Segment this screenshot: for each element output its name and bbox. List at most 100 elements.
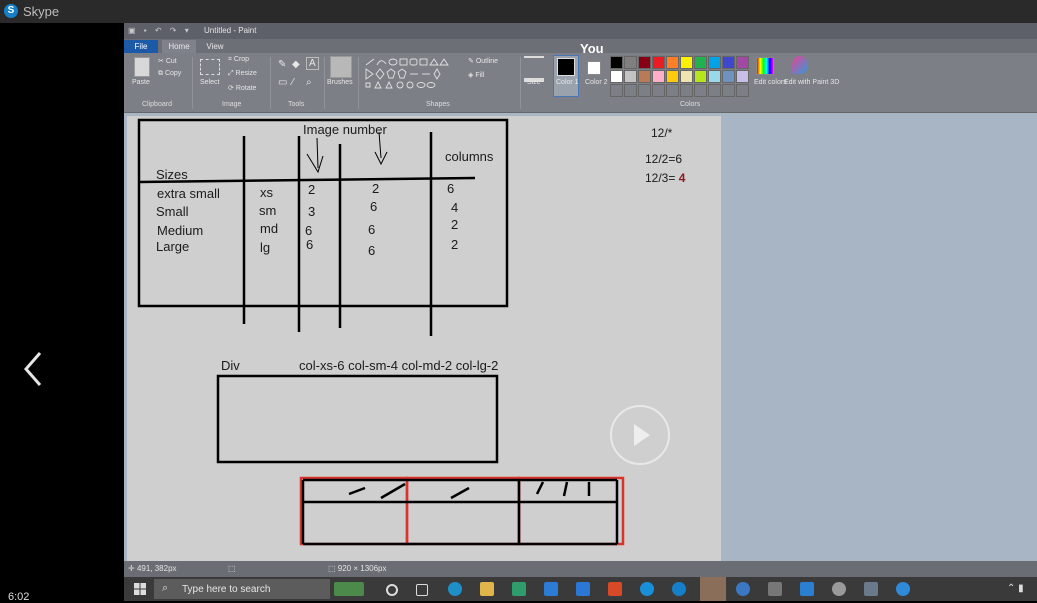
edit-colors-icon[interactable]: [756, 57, 774, 75]
paint-taskbar-icon[interactable]: [832, 582, 846, 596]
app-icon[interactable]: [512, 582, 526, 596]
fill-icon[interactable]: ◆: [292, 59, 300, 70]
task-view-icon[interactable]: [416, 584, 428, 596]
palette-swatch[interactable]: [666, 56, 679, 69]
app-icon[interactable]: [768, 582, 782, 596]
taskbar-search[interactable]: ⌕ Type here to search: [154, 579, 330, 599]
weather-widget-icon[interactable]: [334, 582, 364, 596]
palette-swatch[interactable]: [708, 56, 721, 69]
palette-swatch[interactable]: [708, 70, 721, 83]
copy-button[interactable]: ⧉ Copy: [158, 70, 181, 78]
outline-label: Outline: [475, 58, 498, 65]
palette-swatch[interactable]: [694, 56, 707, 69]
palette-swatch[interactable]: [652, 56, 665, 69]
paint-status-bar: ✛ 491, 382px ⬚ ⬚ 920 × 1306px: [124, 561, 1037, 577]
play-button[interactable]: [610, 405, 670, 465]
resize-button[interactable]: ⤢ Resize: [228, 70, 257, 78]
edge-icon[interactable]: [448, 582, 462, 596]
columns-value: 4: [451, 200, 459, 215]
pencil-icon[interactable]: ✎: [278, 59, 286, 70]
palette-swatch-empty[interactable]: [610, 84, 623, 97]
color2-swatch[interactable]: [587, 61, 601, 75]
columns-value: 2: [451, 217, 459, 232]
tick-mark: [348, 486, 366, 496]
palette-swatch-empty[interactable]: [736, 84, 749, 97]
palette-swatch-empty[interactable]: [652, 84, 665, 97]
text-icon[interactable]: A: [306, 57, 319, 70]
select-icon[interactable]: [200, 59, 220, 75]
palette-swatch[interactable]: [680, 56, 693, 69]
eraser-icon[interactable]: ▭: [278, 77, 287, 88]
back-arrow-icon[interactable]: [22, 351, 46, 387]
system-tray[interactable]: ⌃ ▮: [1007, 583, 1024, 594]
crop-button[interactable]: ⌗ Crop: [228, 56, 249, 64]
tab-file[interactable]: File: [124, 40, 158, 53]
brushes-button[interactable]: Brushes: [327, 79, 353, 86]
palette-swatch[interactable]: [624, 70, 637, 83]
image-number-value: 2: [372, 181, 380, 196]
palette-swatch-empty[interactable]: [708, 84, 721, 97]
chrome-icon[interactable]: [640, 582, 654, 596]
quick-access-icons[interactable]: ▣ ▪ ↶ ↷ ▾: [128, 26, 192, 35]
palette-swatch-empty[interactable]: [722, 84, 735, 97]
paint-canvas[interactable]: Image number columns Sizes extra small S…: [127, 116, 721, 561]
palette-swatch[interactable]: [722, 70, 735, 83]
skype-taskbar-icon[interactable]: [672, 582, 686, 596]
teams-icon[interactable]: [700, 577, 726, 601]
call-clock: 6:02: [8, 591, 30, 603]
palette-swatch-empty[interactable]: [680, 84, 693, 97]
fill-button[interactable]: ◈ Fill: [468, 71, 484, 79]
paste-button[interactable]: Paste: [132, 79, 150, 86]
brush-icon[interactable]: [330, 56, 352, 78]
palette-swatch[interactable]: [736, 56, 749, 69]
vscode-icon[interactable]: [800, 582, 814, 596]
image-number-value: 6: [368, 243, 376, 258]
palette-swatch[interactable]: [694, 70, 707, 83]
tick-mark: [450, 486, 470, 500]
outline-button[interactable]: ✎ Outline: [468, 57, 498, 65]
cut-button[interactable]: ✂ Cut: [158, 57, 177, 65]
ribbon-separator: [192, 57, 193, 109]
office-icon[interactable]: [608, 582, 622, 596]
palette-swatch[interactable]: [736, 70, 749, 83]
palette-swatch[interactable]: [610, 56, 623, 69]
palette-swatch[interactable]: [652, 70, 665, 83]
edit-colors-button[interactable]: Edit colors: [754, 79, 787, 86]
mail-icon[interactable]: [544, 582, 558, 596]
paste-icon[interactable]: [134, 57, 150, 77]
tab-home[interactable]: Home: [162, 40, 196, 53]
calculator-icon[interactable]: [864, 582, 878, 596]
tab-view[interactable]: View: [200, 40, 230, 53]
palette-swatch-empty[interactable]: [624, 84, 637, 97]
select-button[interactable]: Select: [200, 79, 219, 86]
edit-paint3d-button[interactable]: Edit with Paint 3D: [784, 79, 839, 86]
palette-swatch-empty[interactable]: [694, 84, 707, 97]
shapes-gallery-icon[interactable]: [364, 55, 460, 95]
note-highlight: 4: [678, 171, 686, 185]
image-number-heading: Image number: [303, 122, 387, 137]
chrome-icon[interactable]: [896, 582, 910, 596]
palette-swatch[interactable]: [638, 70, 651, 83]
tick-mark: [535, 481, 545, 495]
palette-swatch[interactable]: [666, 70, 679, 83]
clipboard-group-label: Clipboard: [142, 101, 172, 108]
size-button[interactable]: Size: [527, 79, 541, 86]
palette-swatch[interactable]: [624, 56, 637, 69]
todo-icon[interactable]: [576, 582, 590, 596]
div-label: Div: [221, 358, 240, 373]
palette-swatch[interactable]: [610, 70, 623, 83]
palette-swatch[interactable]: [638, 56, 651, 69]
palette-swatch-empty[interactable]: [666, 84, 679, 97]
paint3d-icon[interactable]: [792, 56, 808, 74]
cortana-icon[interactable]: [386, 584, 398, 596]
resize-label: Resize: [235, 70, 257, 77]
color-picker-icon[interactable]: ⁄: [292, 77, 294, 88]
magnifier-icon[interactable]: ⌕: [306, 77, 312, 88]
palette-swatch-empty[interactable]: [638, 84, 651, 97]
file-explorer-icon[interactable]: [480, 582, 494, 596]
chrome-profile-icon[interactable]: [736, 582, 750, 596]
palette-swatch[interactable]: [722, 56, 735, 69]
windows-start-icon[interactable]: [134, 583, 146, 595]
palette-swatch[interactable]: [680, 70, 693, 83]
rotate-button[interactable]: ⟳ Rotate: [228, 84, 256, 92]
